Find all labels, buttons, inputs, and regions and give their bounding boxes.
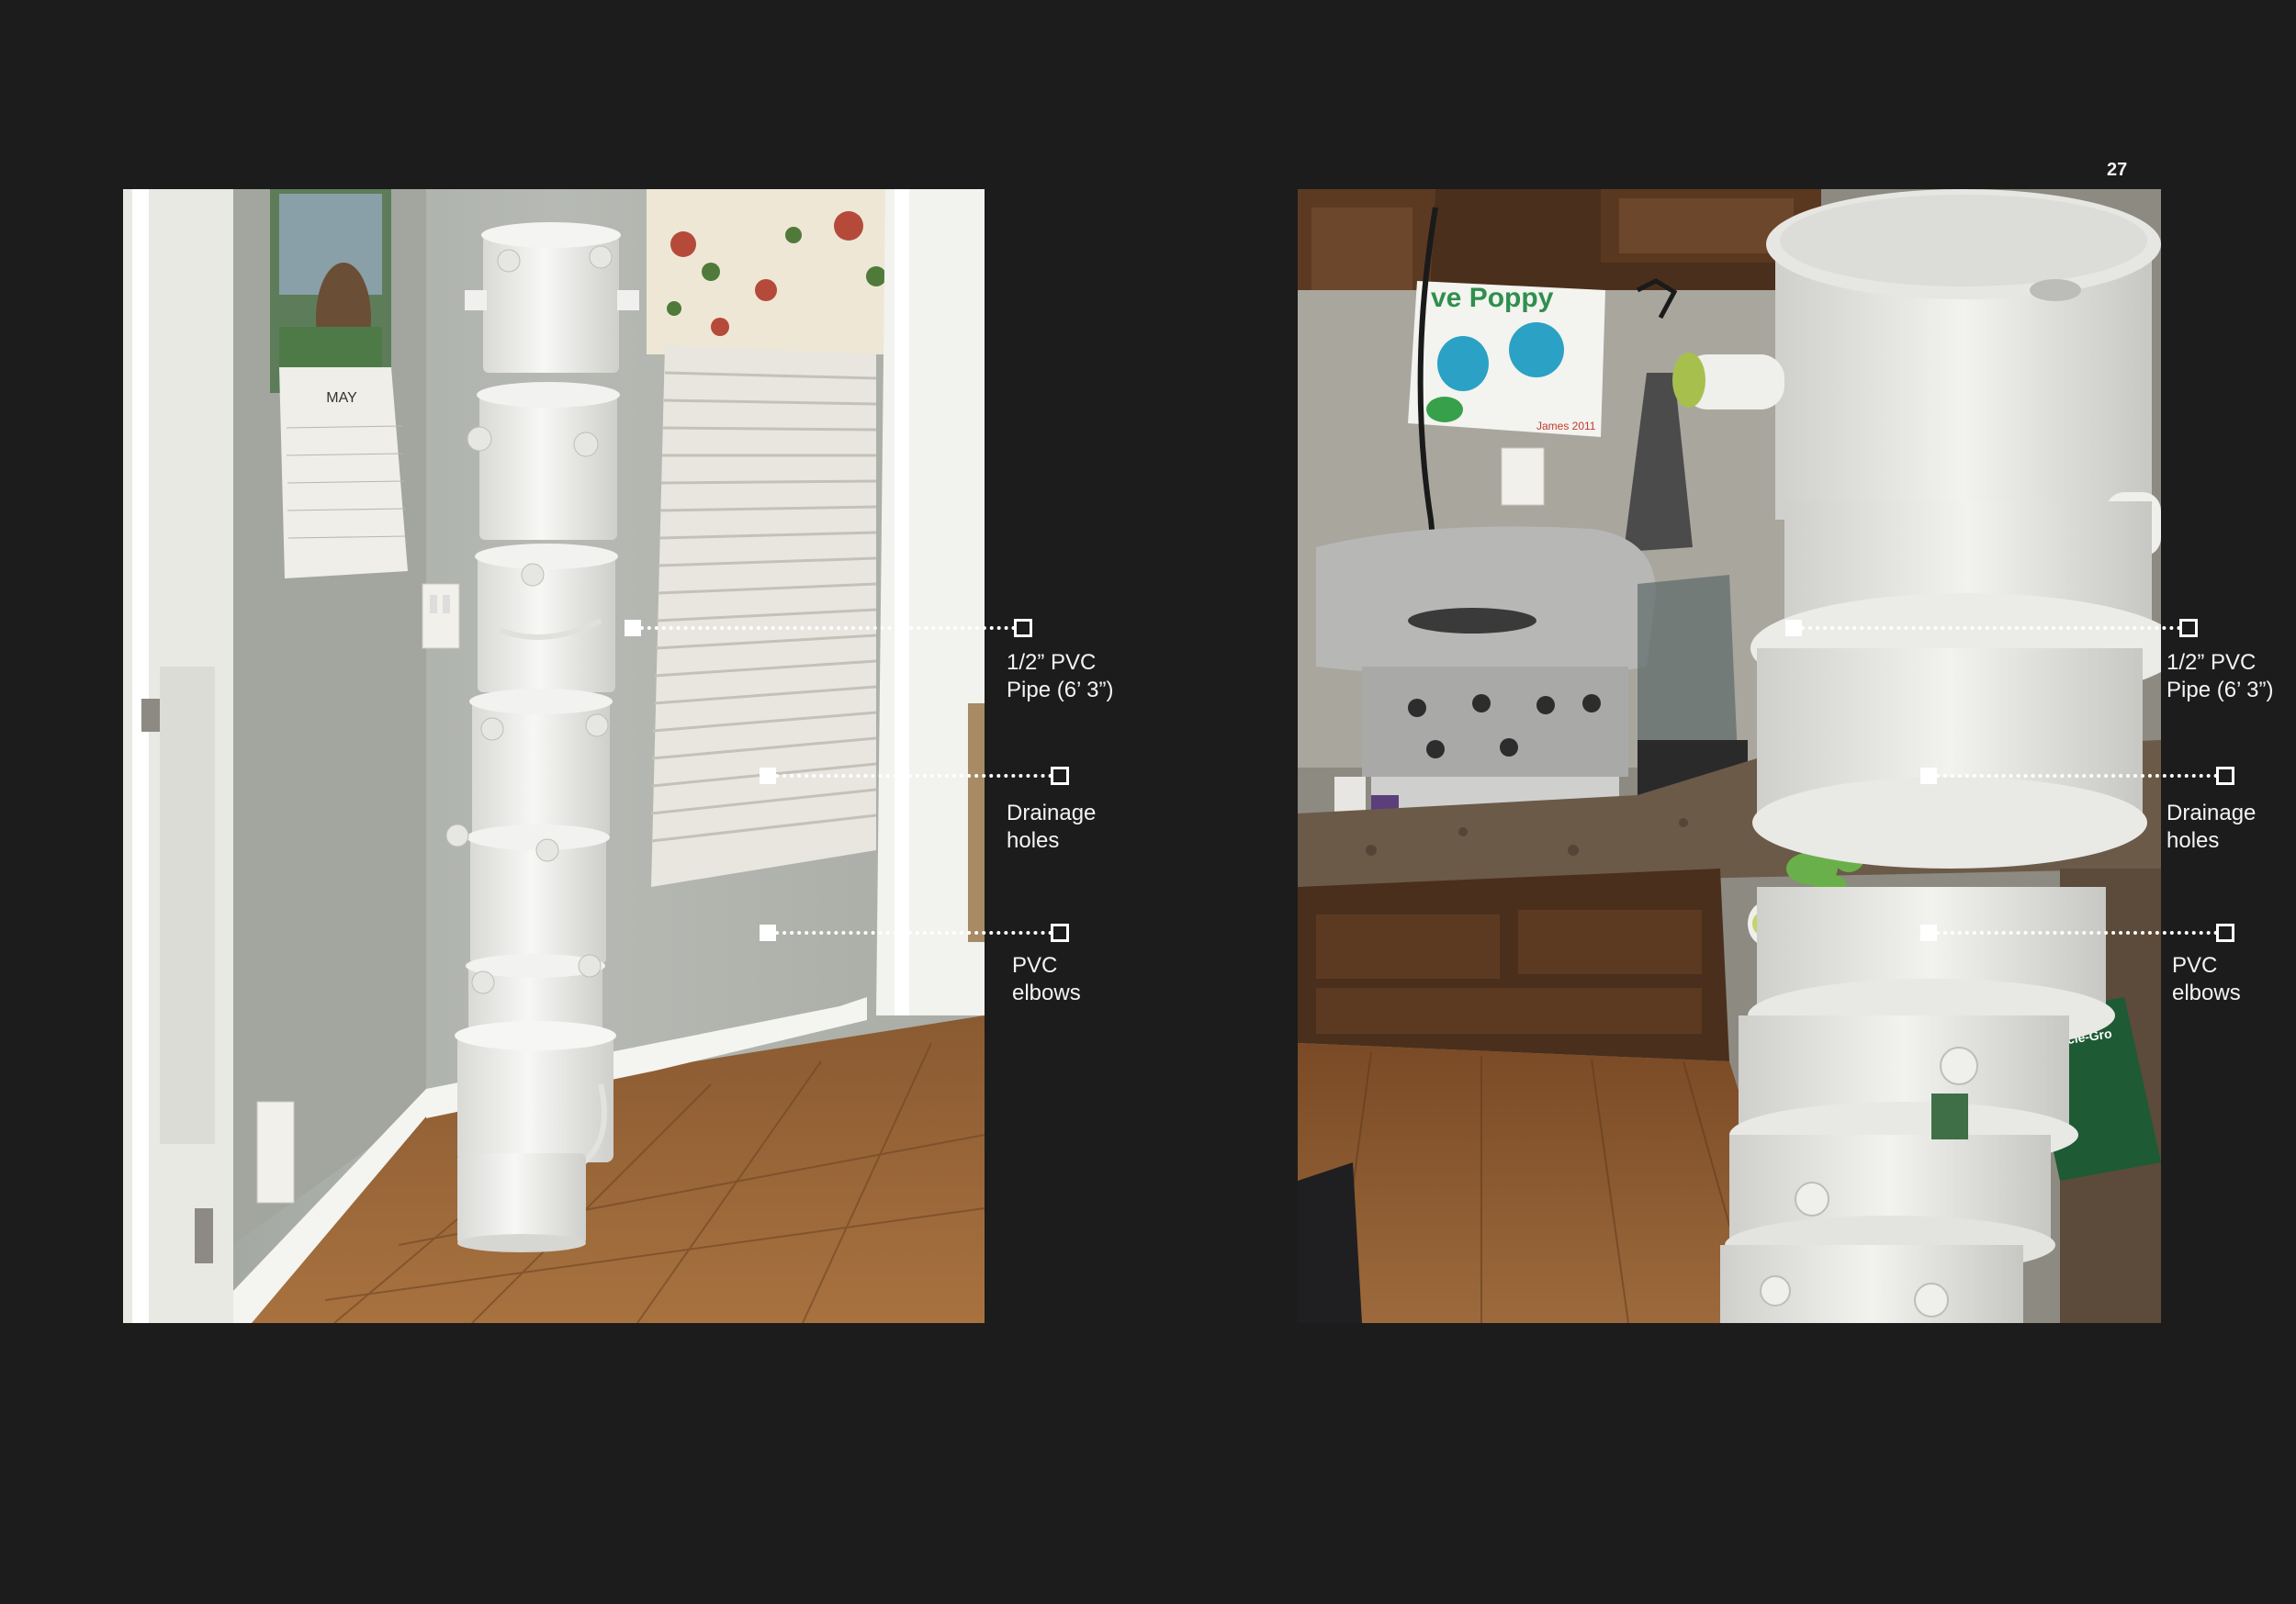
leader-start-marker <box>760 768 776 784</box>
leader-start-marker <box>1920 768 1937 784</box>
artwork-signature: James 2011 <box>1536 420 1596 432</box>
label-pvc-pipe-left: 1/2” PVC Pipe (6’ 3”) <box>1007 650 1114 702</box>
label-elbows-right: PVC elbows <box>2172 953 2241 1005</box>
leader-end-marker <box>2216 767 2234 785</box>
leader-end-marker <box>2216 924 2234 942</box>
leader-start-marker <box>625 620 641 636</box>
label-drainage-left: Drainage holes <box>1007 801 1097 853</box>
leader-end-marker <box>2179 619 2198 637</box>
leader-end-marker <box>1051 767 1069 785</box>
leader-start-marker <box>760 925 776 941</box>
leader-start-marker <box>1920 925 1937 941</box>
label-elbows-left: PVC elbows <box>1012 953 1081 1005</box>
page-number: 27 <box>2107 160 2128 180</box>
leader-end-marker <box>1051 924 1069 942</box>
bucket-tower-kitchen-photo: ve Poppy James 2011 Miracle-Gro <box>1298 189 2161 1323</box>
bucket-tower-hallway-photo: MAY <box>123 189 985 1323</box>
label-pvc-pipe-right: 1/2” PVC Pipe (6’ 3”) <box>2167 650 2274 702</box>
leader-start-marker <box>1785 620 1802 636</box>
artwork-text: ve Poppy <box>1431 283 1554 313</box>
calendar-month: MAY <box>326 390 357 406</box>
leader-end-marker <box>1014 619 1032 637</box>
label-drainage-right: Drainage holes <box>2167 801 2257 853</box>
